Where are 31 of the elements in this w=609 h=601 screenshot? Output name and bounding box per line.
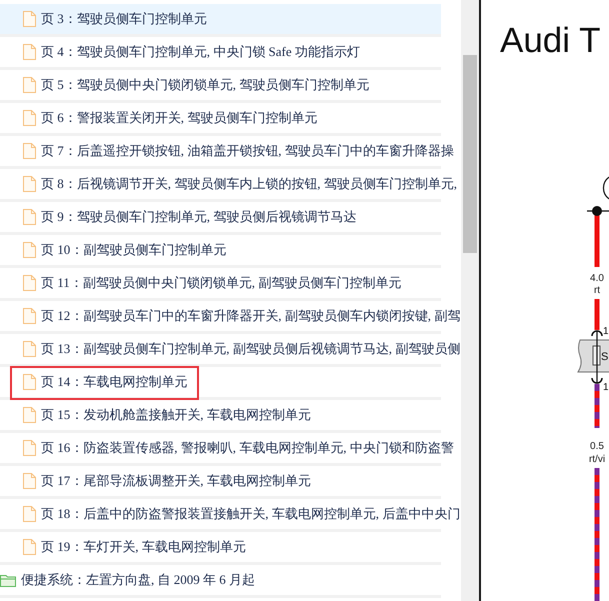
document-icon: [23, 506, 36, 522]
document-icon: [23, 11, 36, 27]
document-icon: [23, 44, 36, 60]
document-icon: [23, 275, 36, 291]
document-icon: [23, 374, 36, 390]
document-icon: [23, 209, 36, 225]
circuit-line: [596, 331, 598, 383]
document-icon: [23, 341, 36, 357]
wire-size-label: 0.5: [590, 441, 604, 452]
document-icon: [23, 308, 36, 324]
scrollbar-thumb[interactable]: [463, 55, 477, 253]
diagram-title: Audi T: [500, 23, 601, 58]
document-icon: [23, 473, 36, 489]
wire-color-label: rt/vi: [588, 454, 606, 465]
pin-number: 1: [603, 326, 609, 337]
document-icon: [23, 143, 36, 159]
document-icon: [23, 77, 36, 93]
wire-color-label: rt: [594, 285, 600, 296]
fuse-label: S: [601, 351, 608, 363]
pin-number: 1: [603, 382, 609, 393]
document-icon: [23, 440, 36, 456]
document-icon: [23, 176, 36, 192]
wire-size-label: 4.0: [590, 273, 604, 284]
pin-arc: [591, 378, 603, 384]
document-icon: [23, 242, 36, 258]
junction-dot: [592, 206, 602, 216]
document-icon: [23, 110, 36, 126]
document-icon: [23, 539, 36, 555]
pin-arc: [591, 330, 603, 336]
folder-icon: [0, 574, 16, 586]
document-icon: [23, 407, 36, 423]
